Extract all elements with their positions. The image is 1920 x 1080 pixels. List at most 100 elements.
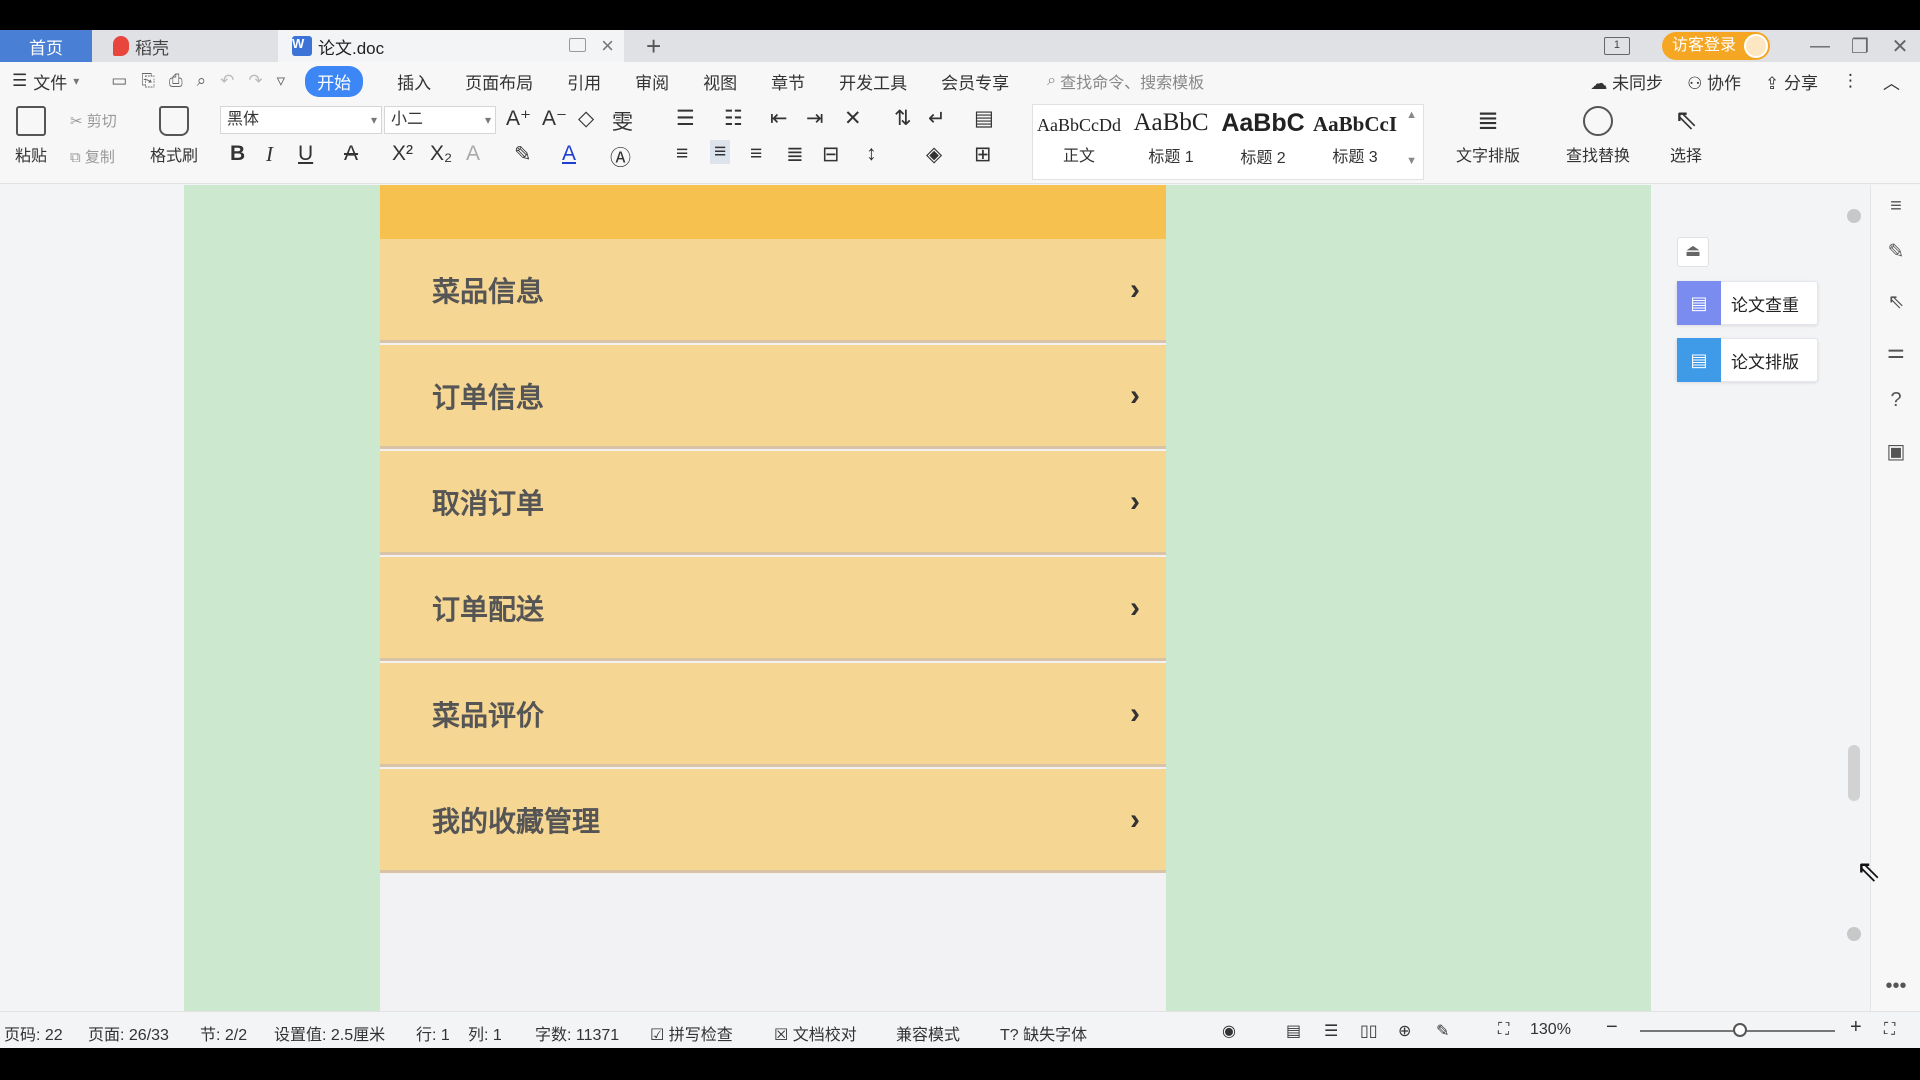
undo-icon[interactable]: ↶ [220, 71, 234, 91]
paste-button[interactable]: 粘贴 [8, 106, 54, 166]
style-scroll-up-icon[interactable]: ▲ [1406, 109, 1417, 121]
image-tool-icon[interactable]: ▣ [1884, 439, 1908, 464]
minimize-button[interactable]: — [1800, 35, 1840, 58]
font-size-select[interactable]: 小二 [384, 106, 496, 134]
print-preview-icon[interactable]: ⌕ [197, 71, 207, 91]
save-icon[interactable]: ▭ [111, 71, 127, 91]
font-color-icon[interactable]: A [562, 142, 576, 166]
chinese-layout-icon[interactable]: ✕ [844, 106, 862, 131]
restore-button[interactable]: ❐ [1840, 34, 1880, 59]
status-setting[interactable]: 设置值: 2.5厘米 [274, 1021, 385, 1045]
compat-mode[interactable]: 兼容模式 [896, 1021, 960, 1045]
shading-icon[interactable]: ◈ [926, 142, 942, 167]
status-row[interactable]: 行: 1 [416, 1021, 450, 1045]
decrease-indent-icon[interactable]: ⇤ [770, 106, 788, 131]
style-heading-3[interactable]: AaBbCcI 标题 3 [1309, 105, 1401, 181]
strikethrough-icon[interactable]: A [344, 142, 358, 166]
unsync-button[interactable]: ☁ 未同步 [1590, 69, 1663, 94]
underline-button[interactable]: U [298, 142, 313, 166]
paper-layout-button[interactable]: ▤ 论文排版 [1676, 338, 1818, 382]
collapse-ribbon-icon[interactable]: ︿ [1883, 69, 1900, 94]
scroll-thumb[interactable] [1848, 745, 1860, 801]
write-view-icon[interactable]: ✎ [1436, 1021, 1449, 1041]
numbered-list-icon[interactable]: ☷ [724, 106, 743, 131]
menu-page-layout[interactable]: 页面布局 [465, 69, 533, 94]
find-replace-button[interactable]: 查找替换 [1556, 106, 1640, 166]
increase-indent-icon[interactable]: ⇥ [806, 106, 824, 131]
menu-member[interactable]: 会员专享 [941, 69, 1009, 94]
web-view-icon[interactable]: ⊕ [1398, 1021, 1411, 1041]
zoom-level[interactable]: 130% [1530, 1021, 1571, 1039]
increase-font-icon[interactable]: A⁺ [506, 106, 531, 131]
format-painter-button[interactable]: 格式刷 [146, 106, 202, 166]
copy-button[interactable]: ⧉ 复制 [70, 146, 115, 167]
subscript-icon[interactable]: X₂ [430, 142, 452, 166]
missing-font-button[interactable]: T? 缺失字体 [1000, 1021, 1087, 1045]
command-search[interactable]: ⌕ 查找命令、搜索模板 [1047, 69, 1204, 93]
italic-button[interactable]: I [266, 142, 273, 167]
zoom-out-button[interactable]: − [1606, 1016, 1618, 1039]
style-heading-2[interactable]: AaBbC 标题 2 [1217, 105, 1309, 181]
select-button[interactable]: ⇖ 选择 [1656, 106, 1716, 166]
paper-check-button[interactable]: ▤ 论文查重 [1676, 281, 1818, 325]
status-word-count[interactable]: 字数: 11371 [535, 1021, 619, 1045]
highlight-icon[interactable]: ✎ [514, 142, 532, 167]
collab-button[interactable]: ⚇ 协作 [1687, 69, 1741, 94]
scroll-down-button[interactable] [1847, 927, 1861, 941]
share-button[interactable]: ⇪ 分享 [1765, 69, 1818, 94]
ruler-icon[interactable]: ▤ [974, 106, 994, 131]
cut-button[interactable]: ✂ 剪切 [70, 110, 117, 131]
close-window-button[interactable]: ✕ [1880, 34, 1920, 59]
superscript-icon[interactable]: X² [392, 142, 413, 166]
line-spacing-icon[interactable]: ↕ [866, 142, 877, 166]
bullet-list-icon[interactable]: ☰ [676, 106, 695, 131]
align-right-icon[interactable]: ≡ [750, 142, 762, 166]
pin-window-icon[interactable] [569, 38, 586, 52]
align-center-icon[interactable]: ≡ [710, 140, 731, 164]
document-area[interactable]: 菜品信息 › 订单信息 › 取消订单 › 订单配送 › 菜品评价 › 我的收藏管… [0, 185, 1842, 1011]
menu-developer[interactable]: 开发工具 [839, 69, 907, 94]
zoom-in-button[interactable]: + [1850, 1016, 1862, 1039]
char-border-icon[interactable]: Ⓐ [610, 142, 631, 172]
border-icon[interactable]: ⊞ [974, 142, 992, 167]
new-tab-button[interactable]: + [646, 30, 661, 62]
distributed-icon[interactable]: ⊟ [822, 142, 840, 167]
tab-home[interactable]: 首页 [0, 30, 92, 62]
output-icon[interactable]: ⎘ [141, 71, 155, 91]
close-tab-icon[interactable]: × [601, 33, 614, 59]
menu-insert[interactable]: 插入 [397, 69, 431, 94]
menu-view[interactable]: 视图 [703, 69, 737, 94]
status-section[interactable]: 节: 2/2 [200, 1021, 247, 1045]
cursor-select-icon[interactable]: ⇖ [1884, 289, 1908, 314]
outline-view-icon[interactable]: ☰ [1324, 1021, 1338, 1041]
show-marks-icon[interactable]: ↵ [928, 106, 946, 131]
status-col[interactable]: 列: 1 [468, 1021, 502, 1045]
text-effect-icon[interactable]: A [466, 142, 480, 166]
clear-format-icon[interactable]: ◇ [578, 106, 594, 131]
page-view-icon[interactable]: ▤ [1286, 1021, 1301, 1041]
decrease-font-icon[interactable]: A⁻ [542, 106, 567, 131]
sort-icon[interactable]: ⇅ [894, 106, 912, 131]
menu-references[interactable]: 引用 [567, 69, 601, 94]
doc-proof-button[interactable]: ☒ 文档校对 [774, 1021, 857, 1045]
menu-start[interactable]: 开始 [305, 65, 364, 97]
style-normal[interactable]: AaBbCcDd 正文 [1033, 105, 1125, 181]
more-dots-icon[interactable]: ••• [1884, 975, 1908, 998]
document-page[interactable]: 菜品信息 › 订单信息 › 取消订单 › 订单配送 › 菜品评价 › 我的收藏管… [184, 185, 1651, 1011]
layout-switch-icon[interactable]: 1 [1603, 37, 1630, 55]
menu-review[interactable]: 审阅 [635, 69, 669, 94]
help-icon[interactable]: ? [1884, 389, 1908, 412]
tab-document[interactable]: W 论文.doc × [278, 30, 624, 62]
status-page[interactable]: 页面: 26/33 [88, 1021, 169, 1045]
font-name-select[interactable]: 黑体 [220, 106, 382, 134]
scroll-up-button[interactable] [1847, 209, 1861, 223]
status-page-code[interactable]: 页码: 22 [4, 1021, 63, 1045]
tab-daoke[interactable]: 稻壳 [95, 30, 275, 62]
spell-check-button[interactable]: ☑ 拼写检查 [650, 1021, 733, 1045]
visitor-login-button[interactable]: 访客登录 [1661, 32, 1770, 60]
fit-page-icon[interactable]: ⛶ [1498, 1021, 1509, 1039]
text-layout-button[interactable]: ≣ 文字排版 [1446, 106, 1530, 166]
align-left-icon[interactable]: ≡ [676, 142, 688, 166]
panel-collapse-button[interactable]: ⏏ [1677, 237, 1709, 267]
bold-button[interactable]: B [230, 142, 245, 166]
